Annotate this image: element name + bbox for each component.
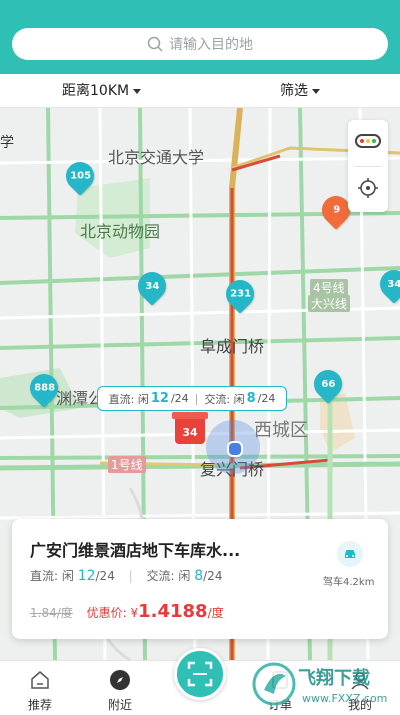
- bubble-direct-label: 直流: 闲: [108, 392, 149, 406]
- tab-nearby[interactable]: 附近: [90, 661, 150, 713]
- bubble-ac-total: /24: [257, 392, 276, 405]
- pin-count: 34: [145, 280, 159, 292]
- map-label-zoo: 北京动物园: [80, 222, 161, 241]
- selected-station-bubble[interactable]: 直流: 闲 12/24 | 交流: 闲 8/24: [97, 386, 287, 411]
- current-location-marker: [206, 420, 260, 474]
- caret-down-icon: [312, 88, 320, 94]
- home-icon: [31, 671, 49, 689]
- compass-icon: [110, 670, 130, 690]
- map-label-xicheng: 西城区: [254, 420, 308, 441]
- filter-dropdown[interactable]: 筛选: [280, 80, 320, 100]
- tab-recommend-label: 推荐: [27, 698, 52, 712]
- map-label-daxing: 大兴线: [308, 295, 351, 312]
- station-title: 广安门维景酒店地下车库水...: [30, 541, 241, 560]
- scan-icon: [187, 661, 213, 687]
- card-direct-label: 直流: 闲: [30, 569, 74, 583]
- locate-icon[interactable]: [358, 178, 378, 198]
- search-placeholder: 请输入目的地: [169, 37, 253, 53]
- map-label-edge: 学: [0, 135, 14, 151]
- search-input[interactable]: 请输入目的地: [12, 28, 388, 60]
- scan-button[interactable]: [174, 648, 226, 700]
- station-slots: 直流: 闲 12/24 | 交流: 闲 8/24: [30, 568, 223, 584]
- search-icon: [147, 36, 163, 52]
- station-price: 1.84/度 优惠价: ¥1.4188/度: [30, 601, 224, 622]
- bubble-ac-label: 交流: 闲: [204, 392, 245, 406]
- gift-station-marker[interactable]: 34: [172, 412, 208, 444]
- discount-label: 优惠价: ¥: [86, 606, 139, 620]
- bubble-ac-free: 8: [246, 391, 256, 406]
- map-label-line1: 1号线: [108, 456, 146, 473]
- card-ac-free: 8: [194, 568, 204, 584]
- map-label-line4: 4号线: [310, 279, 348, 296]
- pin-count: 105: [69, 170, 91, 182]
- pin-count: 231: [229, 288, 251, 300]
- bubble-direct-total: /24: [170, 392, 189, 405]
- old-price: 1.84/度: [30, 606, 73, 620]
- caret-down-icon: [133, 88, 142, 94]
- card-ac-total: /24: [203, 569, 223, 583]
- filter-bar: 距离10KM 筛选: [0, 74, 400, 108]
- gift-count: 34: [182, 426, 198, 439]
- traffic-toggle-icon[interactable]: [355, 134, 381, 148]
- discount-value: 1.4188: [138, 601, 208, 622]
- tab-recommend[interactable]: 推荐: [10, 661, 70, 713]
- tab-nearby-label: 附近: [107, 698, 132, 712]
- card-ac-label: 交流: 闲: [146, 569, 191, 583]
- pin-count: 9: [332, 204, 340, 216]
- filter-label: 筛选: [280, 83, 308, 99]
- pin-count: 66: [321, 378, 335, 390]
- pin-count: 888: [33, 382, 55, 394]
- distance-filter[interactable]: 距离10KM: [62, 80, 142, 100]
- price-unit: /度: [207, 606, 224, 620]
- card-direct-free: 12: [77, 568, 96, 584]
- distance-label: 距离10KM: [62, 83, 130, 99]
- station-card[interactable]: 广安门维景酒店地下车库水... 直流: 闲 12/24 | 交流: 闲 8/24…: [12, 519, 388, 639]
- card-direct-total: /24: [95, 569, 115, 583]
- watermark-url: www.FXXZ.com: [302, 692, 388, 705]
- bubble-direct-free: 12: [150, 391, 169, 406]
- watermark-text: 飞翔下载: [298, 668, 370, 689]
- watermark-logo: 飞翔下载 www.FXXZ.com: [252, 660, 400, 711]
- map-controls: [348, 120, 388, 212]
- map-label-fuchengmen: 阜成门桥: [200, 337, 265, 356]
- header: 请输入目的地: [0, 0, 400, 74]
- pin-count: 34: [387, 278, 400, 290]
- map-label-university: 北京交通大学: [108, 148, 205, 167]
- car-icon[interactable]: [337, 541, 363, 567]
- drive-distance: 驾车4.2km: [323, 577, 375, 588]
